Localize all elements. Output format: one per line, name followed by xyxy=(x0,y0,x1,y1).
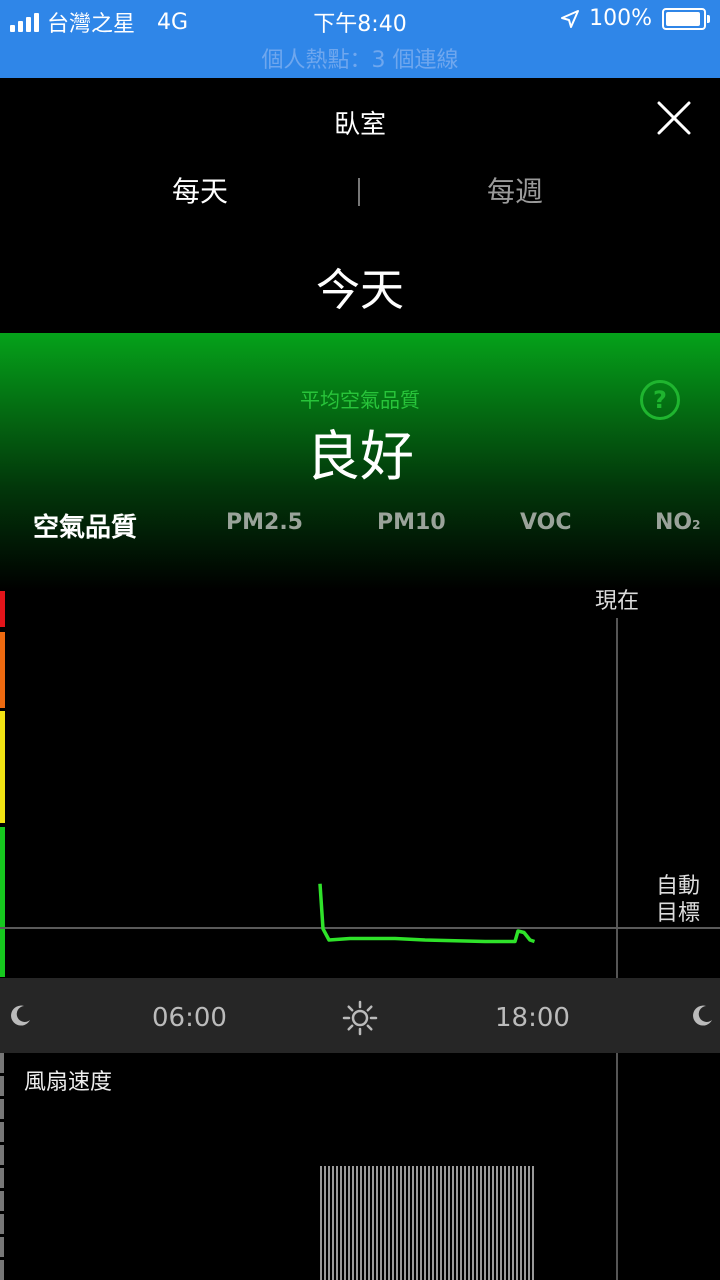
battery-icon xyxy=(662,7,710,30)
fan-speed-bar xyxy=(388,1166,390,1280)
fan-speed-bar xyxy=(408,1166,410,1280)
fan-speed-bar xyxy=(380,1166,382,1280)
fan-speed-bar xyxy=(404,1166,406,1280)
fan-speed-bar xyxy=(324,1166,326,1280)
location-arrow-icon xyxy=(561,9,580,28)
fan-speed-bar xyxy=(480,1166,482,1280)
fan-speed-bar xyxy=(528,1166,530,1280)
fan-speed-bar xyxy=(424,1166,426,1280)
average-quality-label: 平均空氣品質 xyxy=(300,388,420,412)
page-title: 臥室 xyxy=(333,110,386,140)
fan-speed-bar xyxy=(396,1166,398,1280)
fan-speed-bar xyxy=(516,1166,518,1280)
fan-speed-bar xyxy=(504,1166,506,1280)
fan-speed-bar xyxy=(436,1166,438,1280)
now-label: 現在 xyxy=(595,589,640,614)
fan-speed-bar xyxy=(452,1166,454,1280)
fan-speed-bar xyxy=(532,1166,534,1280)
fan-speed-bar xyxy=(384,1166,386,1280)
metric-tab-pm25[interactable]: PM2.5 xyxy=(226,510,303,535)
fan-speed-bar xyxy=(488,1166,490,1280)
fan-speed-bar xyxy=(524,1166,526,1280)
period-title: 今天 xyxy=(316,265,404,316)
fan-speed-bar xyxy=(360,1166,362,1280)
fan-speed-bar xyxy=(320,1166,322,1280)
metric-tab-voc[interactable]: VOC xyxy=(520,510,572,535)
moon-icon xyxy=(693,1005,712,1026)
fan-speed-bar xyxy=(356,1166,358,1280)
tab-daily[interactable]: 每天 xyxy=(172,170,228,210)
scale-fair xyxy=(0,711,5,823)
fan-speed-bar xyxy=(472,1166,474,1280)
fan-speed-bar xyxy=(348,1166,350,1280)
fan-speed-bar xyxy=(468,1166,470,1280)
average-quality-value: 良好 xyxy=(306,425,414,488)
fan-speed-bar xyxy=(376,1166,378,1280)
battery-percent: 100% xyxy=(589,6,652,31)
hotspot-banner[interactable]: 個人熱點：3 個連線 xyxy=(0,42,720,74)
tab-divider xyxy=(358,178,360,206)
air-quality-chart xyxy=(318,883,536,944)
fan-speed-bar xyxy=(340,1166,342,1280)
sun-icon xyxy=(342,1000,378,1036)
close-icon xyxy=(657,101,691,135)
fan-speed-chart xyxy=(320,1166,534,1280)
fan-speed-bar xyxy=(344,1166,346,1280)
fan-speed-bar xyxy=(412,1166,414,1280)
metric-tab-no2[interactable]: NO2 xyxy=(655,510,700,535)
fan-speed-bar xyxy=(496,1166,498,1280)
fan-speed-bar xyxy=(512,1166,514,1280)
fan-speed-bar xyxy=(444,1166,446,1280)
fan-speed-bar xyxy=(364,1166,366,1280)
metric-no2-subscript: 2 xyxy=(692,518,701,532)
fan-speed-bar xyxy=(336,1166,338,1280)
fan-speed-bar xyxy=(448,1166,450,1280)
status-right: 100% xyxy=(561,6,710,31)
air-quality-series-line xyxy=(318,883,536,944)
scale-poor xyxy=(0,632,5,708)
fan-speed-bar xyxy=(492,1166,494,1280)
close-button[interactable] xyxy=(654,98,694,138)
status-bar: 台灣之星 4G 下午8:40 100% 個人熱點：3 個連線 xyxy=(0,0,720,78)
fan-speed-bar xyxy=(368,1166,370,1280)
fan-speed-bar xyxy=(520,1166,522,1280)
fan-speed-bar xyxy=(352,1166,354,1280)
fan-speed-bar xyxy=(460,1166,462,1280)
fan-speed-bar xyxy=(400,1166,402,1280)
fan-speed-bar xyxy=(476,1166,478,1280)
help-button[interactable]: ? xyxy=(640,380,680,420)
help-icon: ? xyxy=(653,386,667,414)
tab-weekly[interactable]: 每週 xyxy=(487,170,543,210)
fan-speed-label: 風扇速度 xyxy=(24,1070,113,1095)
time-tick-0600: 06:00 xyxy=(152,1003,227,1033)
scale-very-poor xyxy=(0,591,5,627)
fan-speed-bar xyxy=(484,1166,486,1280)
metric-tab-air-quality[interactable]: 空氣品質 xyxy=(33,507,137,544)
fan-speed-bar xyxy=(464,1166,466,1280)
time-tick-1800: 18:00 xyxy=(495,1003,570,1033)
metric-no2-label: NO xyxy=(655,510,693,535)
fan-speed-bar xyxy=(508,1166,510,1280)
fan-speed-bar xyxy=(332,1166,334,1280)
metric-tab-pm10[interactable]: PM10 xyxy=(377,510,446,535)
fan-speed-bar xyxy=(328,1166,330,1280)
fan-speed-bar xyxy=(416,1166,418,1280)
fan-speed-bar xyxy=(428,1166,430,1280)
fan-speed-bar xyxy=(372,1166,374,1280)
fan-speed-bar xyxy=(440,1166,442,1280)
fan-speed-bar xyxy=(392,1166,394,1280)
fan-speed-bar xyxy=(456,1166,458,1280)
fan-speed-bar xyxy=(420,1166,422,1280)
moon-icon xyxy=(11,1005,30,1026)
fan-speed-bar xyxy=(432,1166,434,1280)
fan-speed-bar xyxy=(500,1166,502,1280)
